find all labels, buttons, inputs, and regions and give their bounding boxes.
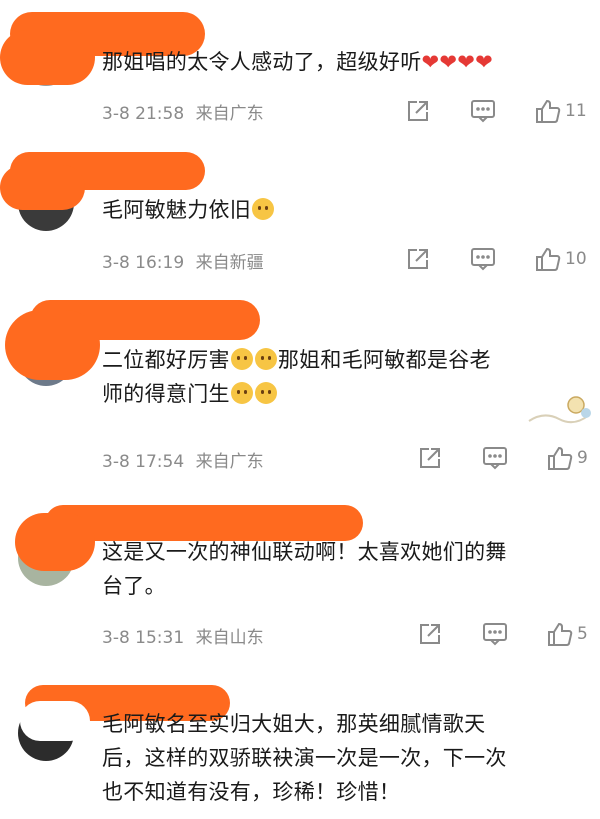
comment-text: 毛阿敏名至实归大姐大，那英细腻情歌天 后，这样的双骄联袂演一次是一次，下一次 也… <box>102 707 592 809</box>
comment-line-2: 台了。 <box>102 574 166 598</box>
comment-text: 这是又一次的神仙联动啊！太喜欢她们的舞 台了。 <box>102 535 592 603</box>
comment-button[interactable] <box>470 244 496 274</box>
comment-line-1: 二位都好厉害 那姐和毛阿敏都是谷老 <box>102 343 592 377</box>
comment-body-part-2: 那姐和毛阿敏都是谷老 <box>277 348 491 372</box>
share-button[interactable] <box>405 244 431 274</box>
comment-time: 3-8 15:31 <box>102 628 185 648</box>
comment-button[interactable] <box>482 619 508 649</box>
share-icon <box>420 448 440 468</box>
comment-line-1: 这是又一次的神仙联动啊！太喜欢她们的舞 <box>102 540 507 564</box>
comment-meta: 3-8 21:58 来自广东 <box>102 99 264 124</box>
share-icon <box>408 101 428 121</box>
comment-time: 3-8 21:58 <box>102 104 185 124</box>
comment-location: 来自广东 <box>195 104 264 124</box>
comment-time: 3-8 16:19 <box>102 253 185 273</box>
crying-emoji <box>254 382 277 404</box>
comment-1: 那姐唱的太令人感动了，超级好听❤❤❤❤ 3-8 21:58 来自广东 11 <box>0 0 600 150</box>
like-button[interactable]: 9 <box>547 443 588 473</box>
comment-line-3: 也不知道有没有，珍稀！珍惜！ <box>102 780 401 804</box>
comment-body-part-3: 师的得意门生 <box>102 382 230 406</box>
redacted-avatar <box>15 513 95 571</box>
crying-emoji <box>230 382 253 404</box>
comment-location: 来自山东 <box>195 628 264 648</box>
heart-emojis: ❤❤❤❤ <box>421 50 494 74</box>
redacted-avatar <box>20 701 90 741</box>
comment-meta: 3-8 16:19 来自新疆 <box>102 248 264 273</box>
thumbs-up-icon <box>548 622 573 646</box>
comment-icon <box>471 100 495 123</box>
comment-line-1: 毛阿敏名至实归大姐大，那英细腻情歌天 <box>102 712 486 736</box>
comment-time: 3-8 17:54 <box>102 452 185 472</box>
comment-actions: 9 <box>412 443 600 473</box>
comment-line-2: 师的得意门生 <box>102 377 592 411</box>
comment-location: 来自广东 <box>195 452 264 472</box>
comment-icon <box>483 447 507 470</box>
crying-emoji <box>254 348 277 370</box>
crying-emoji <box>252 198 275 220</box>
redacted-avatar <box>5 310 100 380</box>
thumbs-up-icon <box>536 99 561 123</box>
thumbs-up-icon <box>548 446 573 470</box>
like-button[interactable]: 5 <box>547 619 588 649</box>
like-count: 11 <box>565 101 587 121</box>
comment-3: 二位都好厉害 那姐和毛阿敏都是谷老 师的得意门生 3-8 17:54 来自广东 9 <box>0 295 600 485</box>
redacted-avatar <box>0 30 95 85</box>
share-button[interactable] <box>417 443 443 473</box>
comment-icon <box>471 248 495 271</box>
thumbs-up-icon <box>536 247 561 271</box>
comment-button[interactable] <box>482 443 508 473</box>
like-button[interactable]: 10 <box>535 244 587 274</box>
comment-text: 那姐唱的太令人感动了，超级好听❤❤❤❤ <box>102 45 592 79</box>
comment-actions: 5 <box>412 619 600 649</box>
share-button[interactable] <box>405 96 431 126</box>
redacted-avatar <box>0 165 85 210</box>
comment-2: 毛阿敏魅力依旧 3-8 16:19 来自新疆 10 <box>0 150 600 295</box>
like-count: 9 <box>577 448 588 468</box>
comment-5: 毛阿敏名至实归大姐大，那英细腻情歌天 后，这样的双骄联袂演一次是一次，下一次 也… <box>0 665 600 819</box>
like-count: 10 <box>565 249 587 269</box>
comment-button[interactable] <box>470 96 496 126</box>
share-icon <box>420 624 440 644</box>
like-button[interactable]: 11 <box>535 96 587 126</box>
comment-meta: 3-8 17:54 来自广东 <box>102 447 264 472</box>
share-icon <box>408 249 428 269</box>
comment-actions: 10 <box>400 244 600 274</box>
comment-meta: 3-8 15:31 来自山东 <box>102 623 264 648</box>
comment-location: 来自新疆 <box>195 253 264 273</box>
comment-text: 二位都好厉害 那姐和毛阿敏都是谷老 师的得意门生 <box>102 343 592 411</box>
comment-line-2: 后，这样的双骄联袂演一次是一次，下一次 <box>102 746 507 770</box>
comment-text: 毛阿敏魅力依旧 <box>102 193 592 227</box>
crying-emoji <box>230 348 253 370</box>
comment-body: 毛阿敏魅力依旧 <box>102 198 252 222</box>
share-button[interactable] <box>417 619 443 649</box>
comment-body: 那姐唱的太令人感动了，超级好听 <box>102 50 422 74</box>
comment-body-part-1: 二位都好厉害 <box>102 348 230 372</box>
like-count: 5 <box>577 624 588 644</box>
comment-icon <box>483 623 507 646</box>
comment-4: 这是又一次的神仙联动啊！太喜欢她们的舞 台了。 3-8 15:31 来自山东 5 <box>0 485 600 665</box>
comment-actions: 11 <box>400 96 600 126</box>
